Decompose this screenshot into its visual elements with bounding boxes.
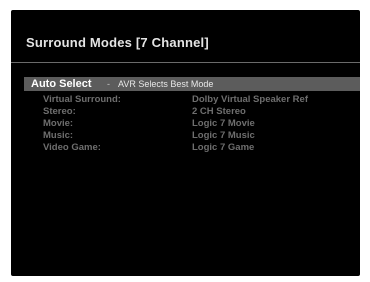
music-label[interactable]: Music: [43,130,73,141]
auto-select-option[interactable]: Auto Select [31,78,92,90]
movie-value[interactable]: Logic 7 Movie [192,118,255,129]
video-game-label[interactable]: Video Game: [43,142,101,153]
stereo-value[interactable]: 2 CH Stereo [192,106,246,117]
title-divider [11,62,360,63]
music-value[interactable]: Logic 7 Music [192,130,255,141]
video-game-value[interactable]: Logic 7 Game [192,142,254,153]
stereo-label[interactable]: Stereo: [43,106,76,117]
menu-title: Surround Modes [7 Channel] [26,35,209,50]
virtual-surround-value[interactable]: Dolby Virtual Speaker Ref [192,94,308,105]
auto-select-description: AVR Selects Best Mode [118,79,214,89]
movie-label[interactable]: Movie: [43,118,73,129]
option-separator: - [107,79,110,89]
virtual-surround-label[interactable]: Virtual Surround: [43,94,121,105]
